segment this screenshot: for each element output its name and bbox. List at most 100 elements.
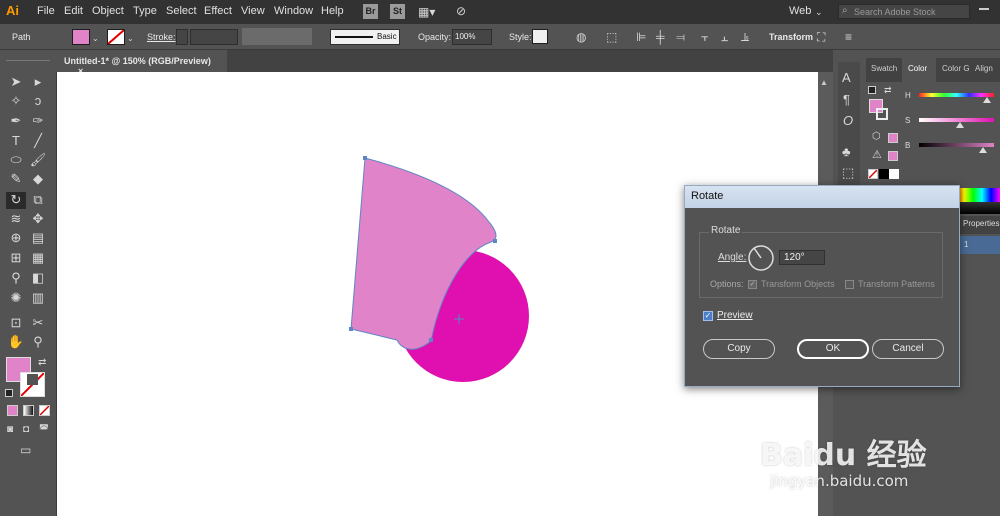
gradient-mode-icon[interactable] — [23, 405, 34, 416]
zoom-tool-icon[interactable]: ⚲ — [29, 334, 47, 350]
blend-tool-icon[interactable]: ◧ — [29, 270, 47, 286]
ok-button[interactable]: OK — [797, 339, 869, 359]
preview-label[interactable]: Preview — [717, 310, 753, 321]
type-tool-icon[interactable]: T — [7, 133, 25, 149]
stroke-weight-field[interactable] — [190, 29, 238, 45]
default-colors-icon[interactable] — [5, 389, 13, 397]
shape-builder-tool-icon[interactable]: ⊕ — [7, 230, 25, 246]
ellipse-tool-icon[interactable]: ⬭ — [7, 152, 25, 168]
none-color-icon[interactable] — [868, 169, 878, 179]
slider-knob[interactable] — [982, 97, 991, 103]
draw-inside-icon[interactable]: ◚ — [39, 424, 49, 436]
pen-tool-icon[interactable]: ✒ — [7, 113, 25, 129]
align-center-icon[interactable]: ╪ — [656, 31, 665, 43]
draw-behind-icon[interactable]: ◘ — [23, 424, 29, 436]
live-paint-bucket-icon[interactable]: ▤ — [29, 230, 47, 246]
tab-swatches[interactable]: Swatch — [871, 64, 897, 73]
perspective-grid-icon[interactable]: ⊞ — [7, 250, 25, 266]
panel-menu-icon[interactable]: ≡ — [845, 31, 852, 43]
preview-checkbox[interactable]: ✓ — [703, 311, 713, 321]
swap-fill-stroke-icon[interactable]: ⇄ — [38, 357, 46, 369]
gpu-performance-icon[interactable]: ⊘ — [456, 5, 466, 17]
magic-wand-tool-icon[interactable]: ✧ — [7, 93, 25, 109]
color-mode-icon[interactable] — [7, 405, 18, 416]
selection-tool-icon[interactable]: ➤ — [7, 74, 25, 90]
search-stock-field[interactable]: ⌕ Search Adobe Stock — [838, 4, 970, 19]
none-mode-icon[interactable] — [39, 405, 50, 416]
layer-row[interactable]: 1 — [960, 236, 1000, 254]
web-safe-swatch[interactable] — [888, 133, 898, 143]
draw-normal-icon[interactable]: ◙ — [7, 424, 13, 436]
scale-tool-icon[interactable]: ⧉ — [29, 192, 47, 208]
curvature-tool-icon[interactable]: ✑ — [29, 113, 47, 129]
tab-properties[interactable]: Properties — [960, 216, 1000, 234]
tab-align[interactable]: Align — [975, 64, 993, 73]
menu-edit[interactable]: Edit — [64, 5, 83, 17]
variable-width-profile[interactable] — [242, 28, 312, 45]
direct-selection-tool-icon[interactable]: ▸ — [29, 74, 47, 90]
transform-button[interactable]: Transform — [769, 32, 813, 42]
isolate-object-icon[interactable]: ⛶ — [817, 31, 825, 43]
character-panel-icon[interactable]: A — [842, 71, 851, 84]
menu-effect[interactable]: Effect — [204, 5, 232, 17]
align-to-icon[interactable]: ⬚ — [606, 31, 617, 43]
opentype-panel-icon[interactable]: O — [843, 114, 853, 127]
tools-panel-grip[interactable] — [6, 60, 50, 66]
align-middle-icon[interactable]: ⫠ — [721, 31, 728, 43]
symbol-sprayer-icon[interactable]: ✺ — [7, 290, 25, 306]
screen-mode-icon[interactable]: ▭ — [20, 444, 31, 456]
lasso-tool-icon[interactable]: ↄ — [29, 93, 47, 109]
slider-knob[interactable] — [956, 122, 965, 128]
paintbrush-tool-icon[interactable]: 🖌 — [29, 152, 47, 168]
column-graph-tool-icon[interactable]: ▥ — [29, 290, 47, 306]
swap-colors-icon[interactable]: ⇄ — [884, 84, 892, 96]
out-of-web-gamut-icon[interactable]: ⬡ — [872, 131, 881, 143]
menu-type[interactable]: Type — [133, 5, 157, 17]
angle-input[interactable]: 120° — [779, 250, 825, 265]
chevron-down-icon[interactable]: ⌄ — [127, 33, 134, 45]
graphic-style-swatch[interactable] — [532, 29, 548, 44]
fill-swatch[interactable] — [72, 29, 90, 45]
menu-view[interactable]: View — [241, 5, 265, 17]
transform-objects-checkbox[interactable]: ✓ — [748, 280, 757, 289]
brush-definition[interactable]: Basic — [330, 29, 400, 45]
color-spectrum-bar[interactable] — [955, 188, 1000, 202]
opacity-field[interactable]: 100% — [452, 29, 492, 45]
puppet-warp-tool-icon[interactable]: ✥ — [29, 211, 47, 227]
menu-file[interactable]: File — [37, 5, 55, 17]
eyedropper-tool-icon[interactable]: ⚲ — [7, 270, 25, 286]
paragraph-panel-icon[interactable]: ¶ — [843, 93, 850, 106]
export-panel-icon[interactable]: ⬚ — [842, 166, 854, 179]
libraries-panel-icon[interactable]: ♣ — [842, 145, 851, 158]
document-tab[interactable]: Untitled-1* @ 150% (RGB/Preview) × — [57, 50, 227, 76]
shaper-tool-icon[interactable]: ✎ — [7, 171, 25, 187]
tab-color-guide[interactable]: Color G — [942, 64, 970, 73]
align-left-icon[interactable]: ⊫ — [636, 31, 646, 43]
cancel-button[interactable]: Cancel — [872, 339, 944, 359]
default-colors-icon[interactable] — [868, 86, 876, 94]
minimize-icon[interactable] — [979, 8, 989, 10]
align-top-icon[interactable]: ⫟ — [701, 31, 708, 43]
menu-object[interactable]: Object — [92, 5, 124, 17]
angle-dial-icon[interactable] — [747, 244, 775, 272]
rotate-tool-icon[interactable]: ↻ — [6, 192, 26, 209]
out-of-gamut-warning-icon[interactable]: ⚠ — [872, 149, 882, 161]
white-color-chip[interactable] — [889, 169, 899, 179]
menu-select[interactable]: Select — [166, 5, 197, 17]
color-panel-stroke[interactable] — [876, 108, 888, 120]
menu-help[interactable]: Help — [321, 5, 344, 17]
recolor-artwork-icon[interactable]: ◍ — [576, 31, 586, 43]
menu-window[interactable]: Window — [274, 5, 313, 17]
chevron-down-icon[interactable]: ⌄ — [815, 6, 823, 18]
in-gamut-swatch[interactable] — [888, 151, 898, 161]
eraser-tool-icon[interactable]: ◆ — [29, 171, 47, 187]
tab-color[interactable]: Color — [902, 58, 936, 82]
hand-tool-icon[interactable]: ✋ — [7, 334, 25, 350]
align-right-icon[interactable]: ⫤ — [676, 31, 685, 43]
stroke-swatch[interactable] — [107, 29, 125, 45]
black-color-chip[interactable] — [879, 169, 889, 179]
stroke-stepper[interactable] — [176, 29, 188, 45]
warp-tool-icon[interactable]: ≋ — [7, 211, 25, 227]
bridge-button[interactable]: Br — [363, 4, 378, 19]
workspace-switcher[interactable]: Web — [789, 5, 811, 17]
